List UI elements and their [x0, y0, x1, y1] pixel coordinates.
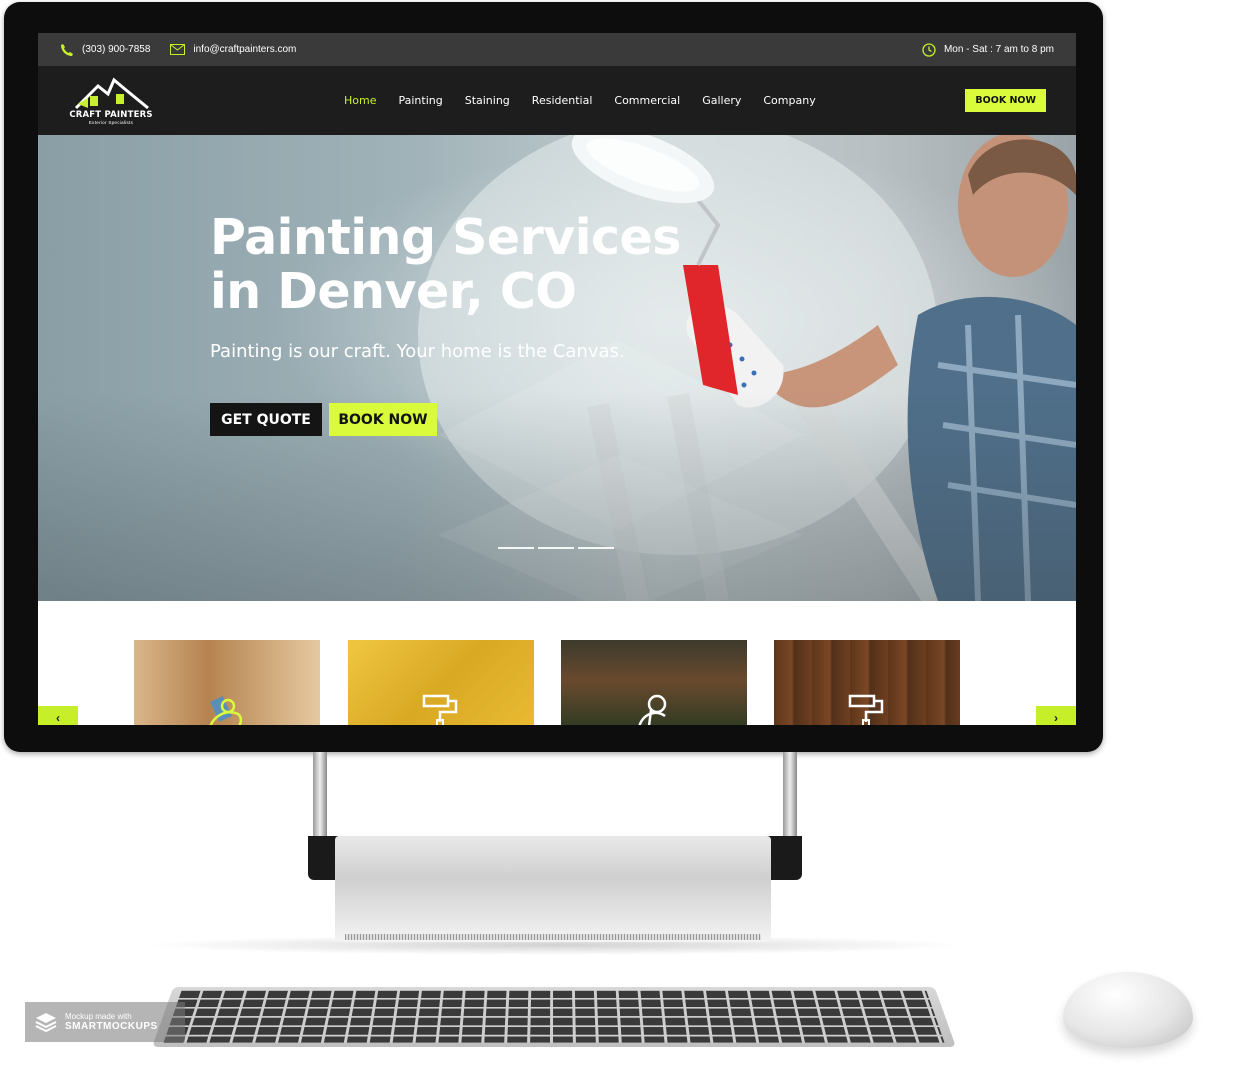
- keyboard: [152, 986, 956, 1047]
- email-contact[interactable]: info@craftpainters.com: [170, 44, 296, 55]
- hero-overlay: [38, 135, 1076, 601]
- computer-base: [335, 836, 771, 942]
- get-quote-button[interactable]: GET QUOTE: [210, 403, 322, 436]
- email-address: info@craftpainters.com: [193, 44, 297, 55]
- nav-book-now-button[interactable]: BOOK NOW: [965, 89, 1046, 112]
- slide-dot[interactable]: [538, 547, 574, 549]
- hero-slider: Painting Services in Denver, CO Painting…: [38, 135, 1076, 601]
- chevron-right-icon: ›: [1054, 711, 1058, 725]
- contact-topbar: (303) 900-7858 info@craftpainters.com Mo…: [38, 33, 1076, 66]
- watermark-line2: SMARTMOCKUPS: [65, 1021, 158, 1032]
- hero-title-line1: Painting Services: [210, 209, 681, 266]
- hero-title: Painting Services in Denver, CO: [210, 211, 681, 319]
- slide-dot[interactable]: [578, 547, 614, 549]
- paint-brush-icon: [209, 696, 243, 725]
- phone-icon: [61, 43, 73, 56]
- hero-title-line2: in Denver, CO: [210, 263, 577, 320]
- nav-staining[interactable]: Staining: [465, 94, 510, 107]
- logo[interactable]: CRAFT PAINTERS Exterior Specialists: [68, 76, 154, 126]
- nav-home[interactable]: Home: [344, 94, 376, 107]
- logo-brand-name: CRAFT PAINTERS: [69, 109, 153, 120]
- carousel-prev-button[interactable]: ‹: [38, 706, 78, 725]
- layers-icon: [35, 1013, 57, 1033]
- clock-icon: [922, 42, 936, 57]
- nav-commercial[interactable]: Commercial: [614, 94, 680, 107]
- mouse: [1063, 972, 1193, 1048]
- slider-pagination: [498, 547, 618, 549]
- carousel-next-button[interactable]: ›: [1036, 706, 1076, 725]
- watermark-line1: Mockup made with: [65, 1012, 132, 1021]
- slide-dot[interactable]: [498, 547, 534, 549]
- envelope-icon: [170, 44, 186, 55]
- service-card-painting[interactable]: [134, 640, 320, 725]
- service-card-commercial[interactable]: [774, 640, 960, 725]
- hours-text: Mon - Sat : 7 am to 8 pm: [943, 44, 1054, 55]
- nav-residential[interactable]: Residential: [532, 94, 593, 107]
- business-hours: Mon - Sat : 7 am to 8 pm: [922, 42, 1054, 57]
- website-screen: (303) 900-7858 info@craftpainters.com Mo…: [38, 33, 1076, 725]
- nav-company[interactable]: Company: [763, 94, 815, 107]
- mockup-watermark: Mockup made with SMARTMOCKUPS: [25, 1002, 185, 1042]
- monitor-frame: (303) 900-7858 info@craftpainters.com Mo…: [4, 2, 1103, 752]
- chevron-left-icon: ‹: [56, 711, 60, 725]
- paint-bucket-icon: [638, 694, 667, 725]
- paint-roller-icon: [848, 694, 884, 725]
- house-logo-icon: [74, 77, 149, 109]
- services-carousel: ‹ ›: [38, 601, 1076, 725]
- hero-subtitle: Painting is our craft. Your home is the …: [210, 341, 625, 362]
- watermark-text: Mockup made with SMARTMOCKUPS: [65, 1012, 158, 1032]
- paint-roller-icon: [422, 694, 458, 725]
- nav-menu: Home Painting Staining Residential Comme…: [344, 94, 838, 107]
- base-vent: [345, 934, 761, 940]
- service-card-staining[interactable]: [348, 640, 534, 725]
- nav-gallery[interactable]: Gallery: [702, 94, 741, 107]
- service-card-residential[interactable]: [561, 640, 747, 725]
- keyboard-keys: [163, 990, 945, 1043]
- logo-tagline: Exterior Specialists: [88, 119, 134, 125]
- nav-painting[interactable]: Painting: [398, 94, 442, 107]
- phone-contact[interactable]: (303) 900-7858: [60, 43, 150, 57]
- hero-book-now-button[interactable]: BOOK NOW: [329, 403, 437, 436]
- main-navigation: CRAFT PAINTERS Exterior Specialists Home…: [38, 66, 1076, 135]
- phone-number: (303) 900-7858: [82, 44, 151, 55]
